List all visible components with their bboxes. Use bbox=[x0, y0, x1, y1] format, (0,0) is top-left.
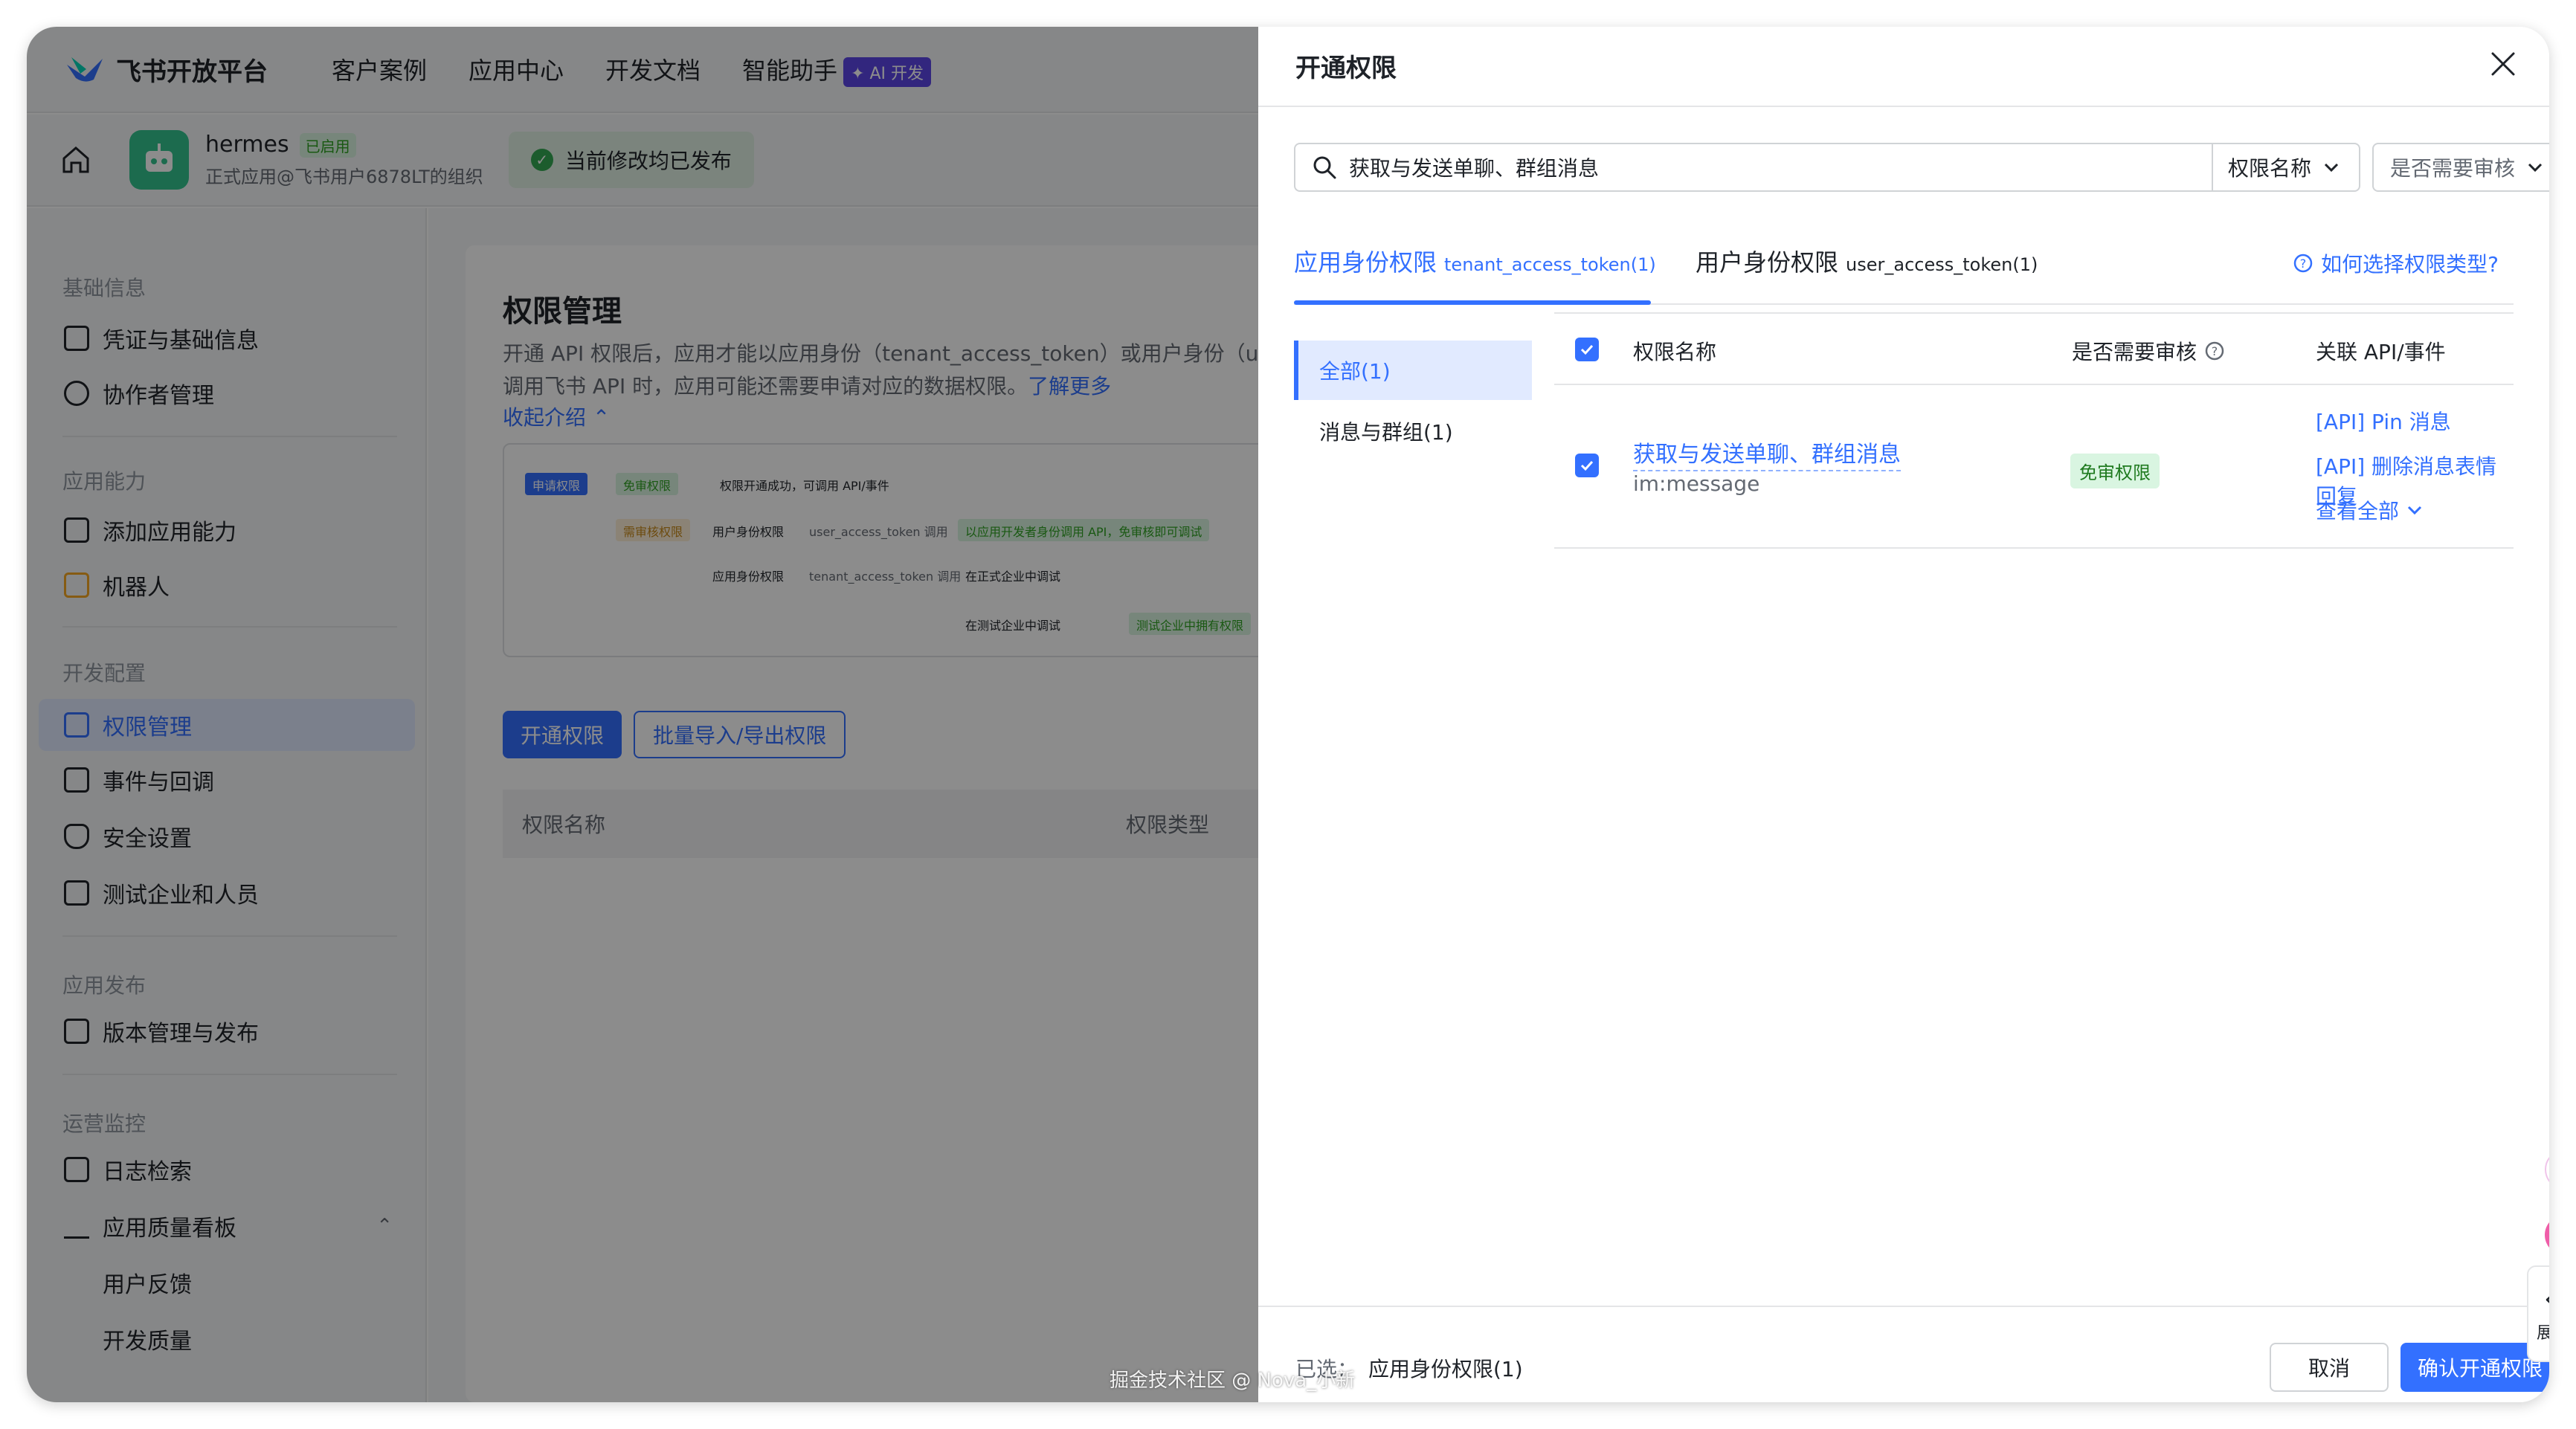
api-link-pin-message[interactable]: [API] Pin 消息 bbox=[2316, 406, 2451, 436]
close-icon[interactable] bbox=[2487, 48, 2519, 80]
float-expand-dock[interactable]: « 展开 bbox=[2527, 1265, 2549, 1362]
svg-text:?: ? bbox=[2300, 257, 2307, 271]
help-circle-icon[interactable]: ? bbox=[2204, 341, 2225, 361]
tab-sub: tenant_access_token(1) bbox=[1444, 254, 1656, 275]
search-input[interactable]: 获取与发送单聊、群组消息 bbox=[1294, 143, 2212, 192]
tab-sub: user_access_token(1) bbox=[1846, 254, 2038, 275]
search-value: 获取与发送单聊、群组消息 bbox=[1349, 156, 1600, 181]
identity-tabs: 应用身份权限 tenant_access_token(1) 用户身份权限 user_… bbox=[1294, 219, 2514, 305]
permission-name-link[interactable]: 获取与发送单聊、群组消息 bbox=[1633, 436, 1901, 471]
help-circle-icon: ? bbox=[2293, 254, 2313, 273]
selected-value: 应用身份权限(1) bbox=[1368, 1357, 1523, 1381]
chevron-down-icon bbox=[2407, 506, 2422, 515]
header-needs-review-label: 是否需要审核 bbox=[2072, 340, 2197, 364]
category-messages-groups[interactable]: 消息与群组(1) bbox=[1294, 401, 1532, 461]
permission-code: im:message bbox=[1633, 471, 1760, 496]
chevron-down-icon bbox=[2528, 163, 2543, 172]
search-icon bbox=[1313, 156, 1336, 179]
help-link-label: 如何选择权限类型? bbox=[2321, 252, 2499, 277]
select-all-checkbox[interactable] bbox=[1575, 338, 1599, 361]
drawer-footer: 已选： 应用身份权限(1) 取消 确认开通权限 bbox=[1258, 1306, 2549, 1402]
expand-label: 展开 bbox=[2536, 1324, 2549, 1343]
category-all[interactable]: 全部(1) bbox=[1294, 341, 1532, 400]
open-permission-drawer: 开通权限 获取与发送单聊、群组消息 权限名称 是否需要审核 应用身份权限 ten… bbox=[1258, 27, 2549, 1402]
check-icon bbox=[1580, 344, 1594, 355]
review-status-badge: 免审权限 bbox=[2070, 454, 2160, 488]
view-all-label: 查看全部 bbox=[2316, 499, 2400, 523]
review-filter-placeholder: 是否需要审核 bbox=[2390, 156, 2516, 181]
review-filter-select[interactable]: 是否需要审核 bbox=[2372, 143, 2549, 192]
double-chevron-left-icon: « bbox=[2544, 1284, 2549, 1314]
row-checkbox[interactable] bbox=[1575, 454, 1599, 477]
drawer-header: 开通权限 bbox=[1258, 27, 2549, 107]
tab-tenant-permission[interactable]: 应用身份权限 tenant_access_token(1) bbox=[1294, 244, 1656, 278]
header-related-api: 关联 API/事件 bbox=[2316, 340, 2446, 364]
table-row: 获取与发送单聊、群组消息 im:message 免审权限 [API] Pin 消… bbox=[1554, 387, 2514, 549]
search-field-value: 权限名称 bbox=[2228, 156, 2312, 181]
modal-overlay[interactable] bbox=[27, 27, 1258, 1402]
permission-type-help-link[interactable]: ? 如何选择权限类型? bbox=[2293, 248, 2499, 278]
header-needs-review: 是否需要审核 ? bbox=[2072, 336, 2225, 366]
app-window: 飞书开放平台 客户案例 应用中心 开发文档 智能助手 ✦ AI 开发 hermes… bbox=[27, 27, 2549, 1402]
svg-text:?: ? bbox=[2212, 344, 2218, 358]
chevron-down-icon bbox=[2324, 163, 2339, 172]
drawer-title: 开通权限 bbox=[1295, 54, 1397, 83]
active-tab-underline bbox=[1294, 300, 1651, 305]
permission-list-header: 权限名称 是否需要审核 ? 关联 API/事件 bbox=[1554, 312, 2514, 385]
search-row: 获取与发送单聊、群组消息 权限名称 是否需要审核 bbox=[1294, 143, 2549, 192]
header-permission-name: 权限名称 bbox=[1633, 340, 1717, 364]
tab-label: 用户身份权限 bbox=[1696, 248, 1839, 277]
search-field-select[interactable]: 权限名称 bbox=[2212, 143, 2360, 192]
view-all-link[interactable]: 查看全部 bbox=[2316, 495, 2423, 525]
tab-label: 应用身份权限 bbox=[1294, 248, 1437, 277]
watermark: 掘金技术社区 @ Nova_小新 bbox=[1110, 1370, 1356, 1392]
check-icon bbox=[1580, 460, 1594, 471]
tab-user-permission[interactable]: 用户身份权限 user_access_token(1) bbox=[1696, 244, 2038, 278]
cancel-button[interactable]: 取消 bbox=[2270, 1343, 2389, 1392]
